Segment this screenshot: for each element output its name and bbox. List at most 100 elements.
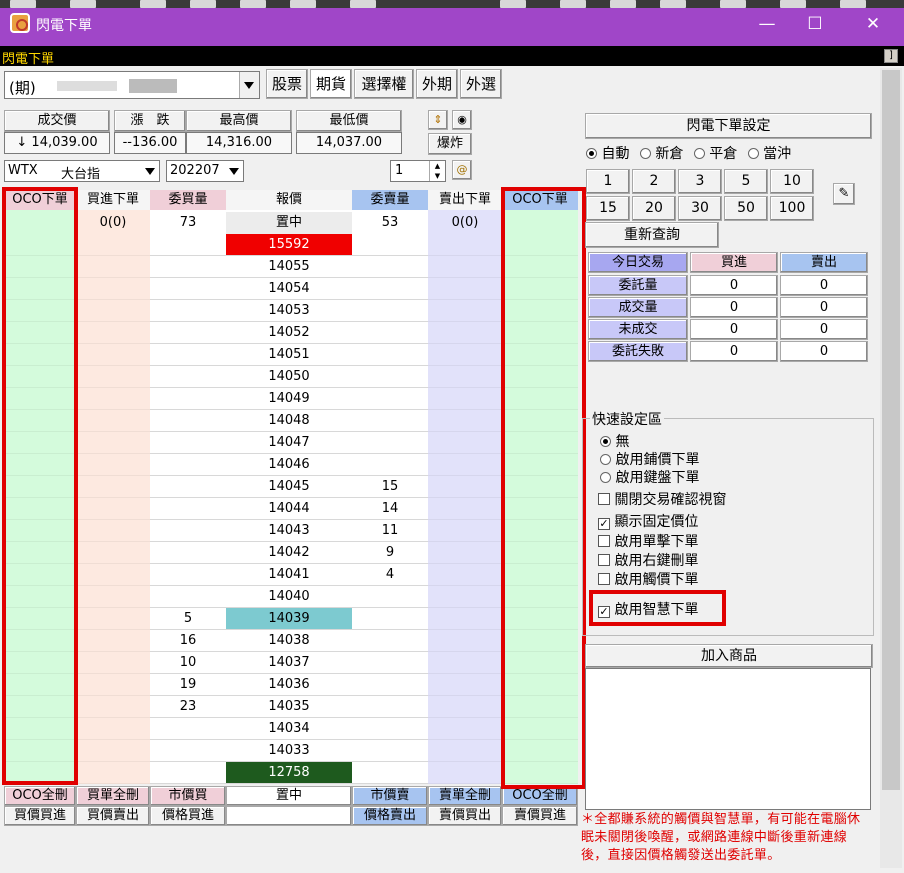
sort-icon[interactable]: ⇕ (428, 110, 448, 130)
buy-order-total[interactable]: 0(0) (76, 212, 150, 234)
lightning-settings-button[interactable]: 閃電下單設定 (585, 113, 872, 139)
ask-volume-cell (352, 388, 428, 410)
maximize-icon[interactable]: ☐ (800, 14, 830, 34)
sell-order-total[interactable]: 0(0) (428, 212, 502, 234)
checkbox-icon[interactable] (598, 493, 610, 505)
quantity-stepper[interactable]: 1 ▲ ▼ (390, 160, 446, 182)
grid-line (76, 585, 150, 586)
qty-button[interactable]: 50 (724, 196, 768, 221)
radio-icon[interactable] (600, 472, 611, 483)
quick-radio-item[interactable]: 啟用鍵盤下單 (600, 467, 699, 487)
mode-open-radio[interactable] (639, 148, 651, 159)
grid-line (76, 475, 150, 476)
add-product-button[interactable]: 加入商品 (585, 644, 873, 668)
grid-line (502, 761, 578, 762)
bid-volume-cell (150, 542, 226, 564)
qty-button[interactable]: 100 (770, 196, 814, 221)
grid-line (4, 343, 76, 344)
quick-checkbox-item[interactable]: 啟用觸價下單 (598, 569, 698, 589)
footer-order-button[interactable]: 買價賣出 (76, 806, 150, 826)
explode-button[interactable]: 爆炸 (428, 133, 472, 155)
scrollbar-thumb[interactable] (882, 70, 900, 790)
symbol-select[interactable]: WTX 大台指 (4, 160, 160, 182)
footer-order-button[interactable] (226, 806, 352, 826)
qty-button[interactable]: 3 (678, 169, 722, 194)
settings-icon[interactable]: @ (452, 160, 472, 180)
ask-volume-header: 委賣量 (352, 190, 428, 210)
footer-action-button[interactable]: 賣單全刪 (428, 786, 502, 806)
price-cell: 14046 (226, 454, 352, 476)
pin-icon[interactable]: ] (884, 49, 898, 63)
radio-icon[interactable] (600, 454, 611, 465)
radio-icon[interactable] (600, 436, 611, 447)
checkbox-icon[interactable] (598, 573, 610, 585)
checkbox-icon[interactable] (598, 554, 610, 566)
footer-action-button[interactable]: 市價賣 (352, 786, 428, 806)
price-cell: 14037 (226, 652, 352, 674)
app-logo-icon (10, 13, 30, 33)
price-cell: 14035 (226, 696, 352, 718)
footer-action-button[interactable]: 置中 (226, 786, 352, 806)
footer-action-button[interactable]: 市價買 (150, 786, 226, 806)
price-cell: 14034 (226, 718, 352, 740)
footer-order-button[interactable]: 價格買進 (150, 806, 226, 826)
grid-line (428, 519, 502, 520)
tab-stock[interactable]: 股票 (266, 69, 308, 99)
mode-close-radio[interactable] (693, 148, 705, 159)
quick-checkbox-item[interactable]: 關閉交易確認視窗 (598, 489, 726, 509)
mode-close-label: 平倉 (709, 146, 738, 162)
tab-foreign-futures[interactable]: 外期 (416, 69, 458, 99)
qty-button[interactable]: 2 (632, 169, 676, 194)
close-icon[interactable]: ✕ (858, 14, 888, 34)
quick-checkbox-item[interactable]: 啟用單擊下單 (598, 531, 698, 551)
qty-button[interactable]: 20 (632, 196, 676, 221)
grid-line (428, 255, 502, 256)
footer-order-button[interactable]: 買價買進 (4, 806, 76, 826)
footer-action-button[interactable]: OCO全刪 (502, 786, 578, 806)
grid-line (76, 409, 150, 410)
qty-button[interactable]: 1 (586, 169, 630, 194)
footer-order-button[interactable]: 賣價買進 (502, 806, 578, 826)
footer-order-button[interactable]: 賣價買出 (428, 806, 502, 826)
quick-checkbox-item[interactable]: ✓ 顯示固定價位 (598, 511, 698, 531)
today-sell-value: 0 (780, 297, 868, 318)
mode-auto-radio[interactable] (586, 148, 597, 159)
month-select[interactable]: 202207 (166, 160, 244, 182)
quick-radio-item[interactable]: 啟用鋪價下單 (600, 449, 699, 469)
grid-line (4, 761, 76, 762)
product-select[interactable]: (期) (4, 71, 260, 99)
checkbox-icon[interactable]: ✓ (598, 518, 610, 530)
qty-button[interactable]: 10 (770, 169, 814, 194)
eye-icon[interactable]: ◉ (452, 110, 472, 130)
quick-radio-item[interactable]: 無 (600, 431, 629, 451)
mode-open-label: 新倉 (655, 146, 684, 162)
center-button[interactable]: 置中 (226, 212, 352, 234)
chevron-down-icon (145, 168, 155, 175)
grid-line (4, 255, 76, 256)
qty-button[interactable]: 15 (586, 196, 630, 221)
ask-volume-cell: 15 (352, 476, 428, 498)
footer-action-button[interactable]: OCO全刪 (4, 786, 76, 806)
scrollbar[interactable] (880, 68, 902, 868)
tab-foreign-options[interactable]: 外選 (460, 69, 502, 99)
checkbox-icon[interactable]: ✓ (598, 606, 610, 618)
product-list[interactable] (585, 668, 871, 810)
tab-futures[interactable]: 期貨 (310, 69, 352, 99)
mode-daytrade-radio[interactable] (747, 148, 759, 159)
quick-checkbox-item[interactable]: 啟用右鍵刪單 (598, 550, 698, 570)
requery-button[interactable]: 重新查詢 (585, 222, 719, 248)
minimize-icon[interactable]: — (752, 14, 782, 34)
grid-line (76, 299, 150, 300)
tab-options[interactable]: 選擇權 (354, 69, 414, 99)
quick-settings-title: 快速設定區 (590, 409, 664, 429)
quick-checkbox-item[interactable]: ✓ 啟用智慧下單 (598, 599, 698, 619)
grid-line (428, 387, 502, 388)
grid-line (502, 255, 578, 256)
chevron-down-icon (244, 82, 254, 89)
qty-button[interactable]: 5 (724, 169, 768, 194)
qty-button[interactable]: 30 (678, 196, 722, 221)
footer-action-button[interactable]: 買單全刪 (76, 786, 150, 806)
footer-order-button[interactable]: 價格賣出 (352, 806, 428, 826)
edit-pencil-icon[interactable]: ✎ (833, 183, 855, 205)
checkbox-icon[interactable] (598, 535, 610, 547)
